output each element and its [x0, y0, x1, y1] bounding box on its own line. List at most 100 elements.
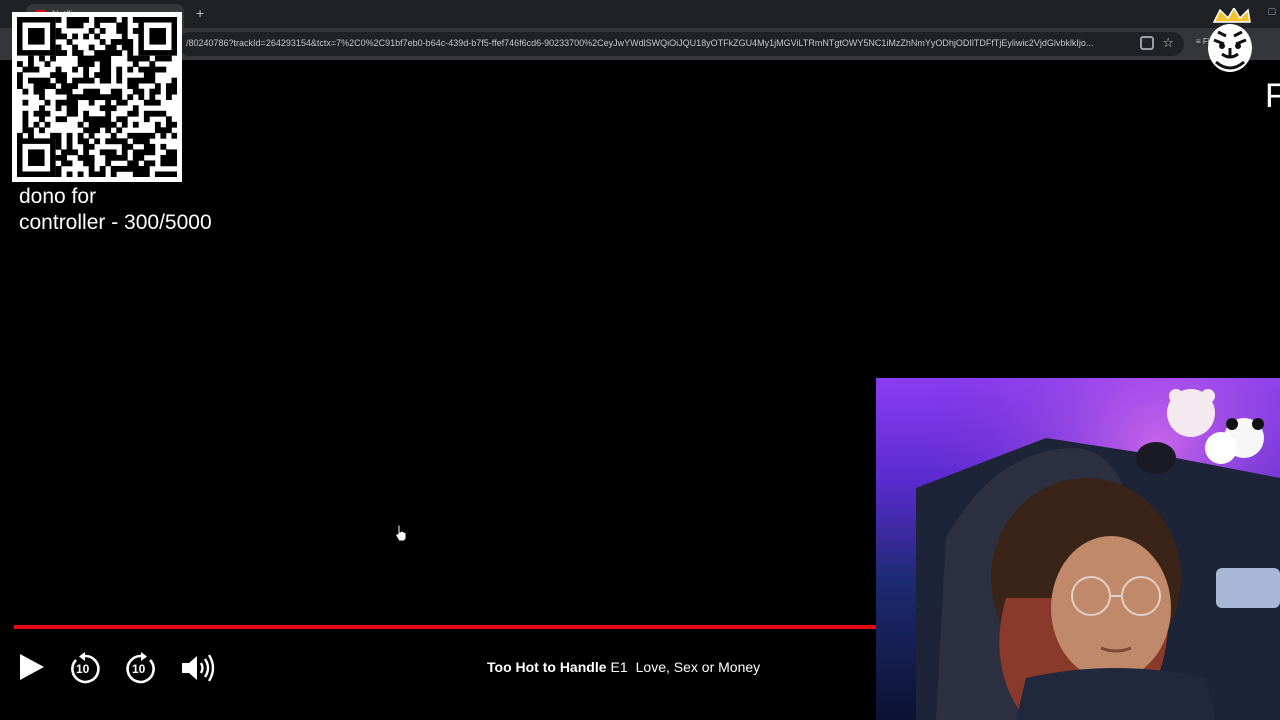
qr-module — [105, 110, 112, 117]
qr-module — [83, 143, 90, 150]
qr-module — [55, 33, 62, 40]
qr-module — [66, 99, 73, 106]
qr-module — [149, 72, 156, 78]
qr-module — [110, 50, 117, 56]
qr-module — [94, 138, 101, 145]
qr-module — [154, 66, 161, 73]
qr-module — [171, 88, 177, 95]
browser-toolbar: /80240786?trackId=264293154&tctx=7%2C0%2… — [0, 28, 1280, 60]
qr-module — [121, 17, 128, 23]
qr-module — [83, 138, 90, 145]
qr-module — [22, 88, 29, 95]
qr-module — [94, 127, 101, 134]
qr-module — [88, 88, 95, 95]
google-lens-icon[interactable] — [1140, 36, 1154, 50]
rewind-10-button[interactable]: 10 — [68, 652, 102, 686]
episode-info: Too Hot to Handle E1 Love, Sex or Money — [487, 659, 760, 675]
qr-module — [138, 94, 145, 101]
url-text[interactable]: /80240786?trackId=264293154&tctx=7%2C0%2… — [186, 38, 1134, 48]
qr-module — [105, 94, 112, 101]
qr-module — [143, 149, 150, 156]
qr-module — [116, 88, 123, 95]
qr-module — [83, 94, 90, 101]
qr-module — [39, 110, 45, 117]
donation-line-2: controller - 300/5000 — [19, 211, 212, 234]
qr-module — [154, 83, 161, 90]
qr-module — [39, 77, 45, 84]
qr-module — [88, 55, 95, 62]
qr-module — [138, 138, 145, 145]
qr-module — [121, 165, 128, 172]
qr-module — [105, 61, 112, 67]
qr-module — [99, 94, 106, 101]
qr-module — [127, 77, 134, 84]
qr-module — [77, 17, 84, 23]
forward-10-button[interactable]: 10 — [124, 652, 158, 686]
qr-module — [116, 165, 123, 172]
qr-module — [94, 121, 101, 128]
qr-module — [99, 121, 106, 128]
qr-module — [77, 94, 84, 101]
volume-icon[interactable] — [180, 652, 216, 684]
qr-module — [110, 88, 117, 95]
qr-module — [105, 55, 112, 62]
qr-module — [149, 160, 156, 167]
playback-progress-bar[interactable] — [14, 625, 876, 629]
qr-module — [165, 160, 172, 167]
qr-module — [149, 132, 156, 139]
qr-module — [121, 28, 128, 34]
qr-module — [99, 39, 106, 45]
qr-module — [83, 116, 90, 123]
qr-module — [165, 83, 172, 90]
qr-module — [165, 94, 172, 101]
new-tab-button[interactable]: + — [196, 5, 204, 21]
qr-module — [132, 154, 139, 161]
qr-module — [105, 77, 112, 84]
play-button[interactable] — [18, 652, 46, 682]
qr-finder-center — [28, 28, 45, 45]
qr-module — [55, 17, 62, 23]
rewind-label: 10 — [76, 662, 90, 676]
qr-module — [132, 132, 139, 139]
qr-module — [72, 149, 78, 156]
qr-module — [88, 127, 95, 134]
qr-module — [94, 17, 101, 23]
qr-module — [99, 171, 106, 177]
qr-module — [55, 116, 62, 123]
window-restore-icon[interactable]: ▢ — [1267, 6, 1276, 17]
address-bar[interactable]: /80240786?trackId=264293154&tctx=7%2C0%2… — [178, 32, 1184, 56]
bookmark-star-icon[interactable]: ☆ — [1162, 35, 1174, 51]
qr-module — [22, 66, 29, 73]
qr-module — [77, 132, 84, 139]
qr-module — [66, 160, 73, 167]
qr-module — [72, 17, 78, 23]
qr-module — [132, 171, 139, 177]
qr-module — [116, 39, 123, 45]
qr-module — [88, 77, 95, 84]
qr-module — [77, 171, 84, 177]
qr-code-pattern — [17, 17, 177, 177]
qr-module — [72, 66, 78, 73]
qr-module — [99, 105, 106, 112]
qr-module — [88, 171, 95, 177]
cut-off-overlay-text: F — [1265, 77, 1280, 115]
qr-module — [55, 28, 62, 34]
qr-module — [39, 83, 45, 90]
qr-module — [127, 50, 134, 56]
qr-module — [171, 171, 177, 177]
qr-module — [28, 77, 34, 84]
qr-module — [171, 121, 177, 128]
qr-module — [39, 127, 45, 134]
qr-module — [105, 99, 112, 106]
qr-module — [33, 66, 40, 73]
qr-module — [77, 77, 84, 84]
qr-module — [116, 138, 123, 145]
qr-module — [55, 165, 62, 172]
qr-module — [121, 121, 128, 128]
qr-module — [99, 50, 106, 56]
qr-module — [143, 171, 150, 177]
qr-module — [94, 55, 101, 62]
qr-module — [55, 72, 62, 78]
qr-module — [88, 116, 95, 123]
qr-module — [165, 55, 172, 62]
